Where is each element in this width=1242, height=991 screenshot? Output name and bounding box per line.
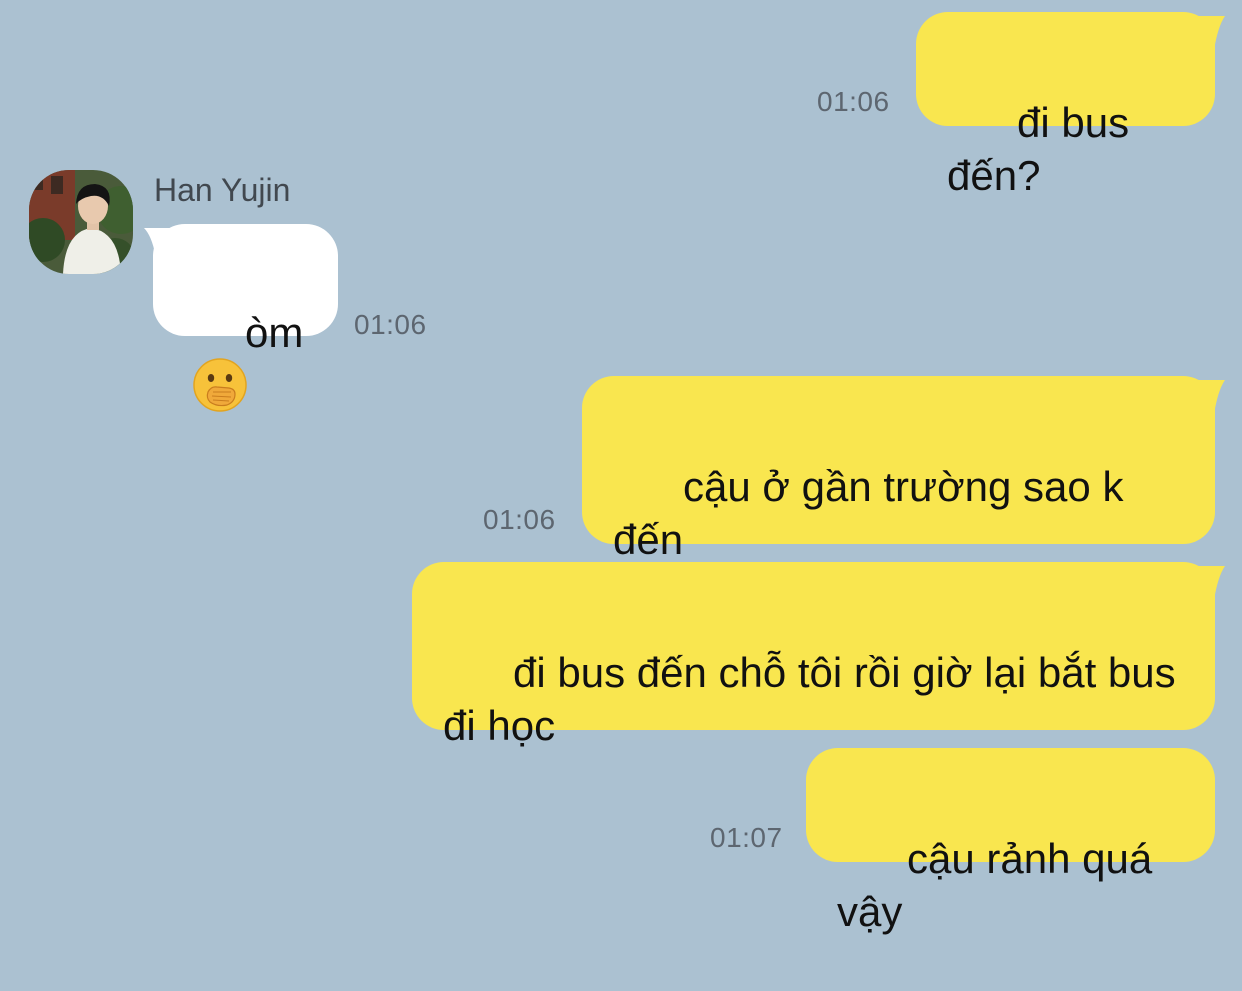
message-text: đi bus đến chỗ tôi rồi giờ lại bắt bus đ…	[443, 649, 1176, 749]
message-bubble[interactable]: òm	[153, 224, 338, 412]
message-bubble[interactable]: cậu rảnh quá vậy	[806, 748, 1215, 935]
message-timestamp: 01:06	[354, 309, 427, 340]
message-timestamp: 01:06	[483, 504, 556, 535]
profile-photo-icon	[29, 170, 133, 274]
bubble-tail	[1196, 16, 1225, 50]
message-bubble[interactable]: đi bus đến chỗ tôi rồi giờ lại bắt bus đ…	[412, 562, 1215, 749]
sender-name: Han Yujin	[154, 172, 291, 208]
message-text: cậu rảnh quá vậy	[837, 835, 1164, 935]
avatar[interactable]	[29, 170, 133, 274]
message-text: đi bus đến?	[947, 99, 1141, 199]
message-text: òm	[245, 309, 304, 356]
message-bubble[interactable]: cậu ở gần trường sao k đến trường luôn	[582, 376, 1215, 616]
chat-thread[interactable]: 01:06 đi bus đến? Han Yujin òm 01:06 01:…	[0, 0, 1242, 935]
message-timestamp: 01:06	[817, 86, 890, 117]
bubble-tail	[1196, 566, 1225, 600]
message-timestamp: 01:07	[710, 822, 783, 853]
face-with-hand-over-mouth-icon	[193, 358, 247, 412]
bubble-tail	[1196, 380, 1225, 414]
message-bubble[interactable]: đi bus đến?	[916, 12, 1215, 199]
